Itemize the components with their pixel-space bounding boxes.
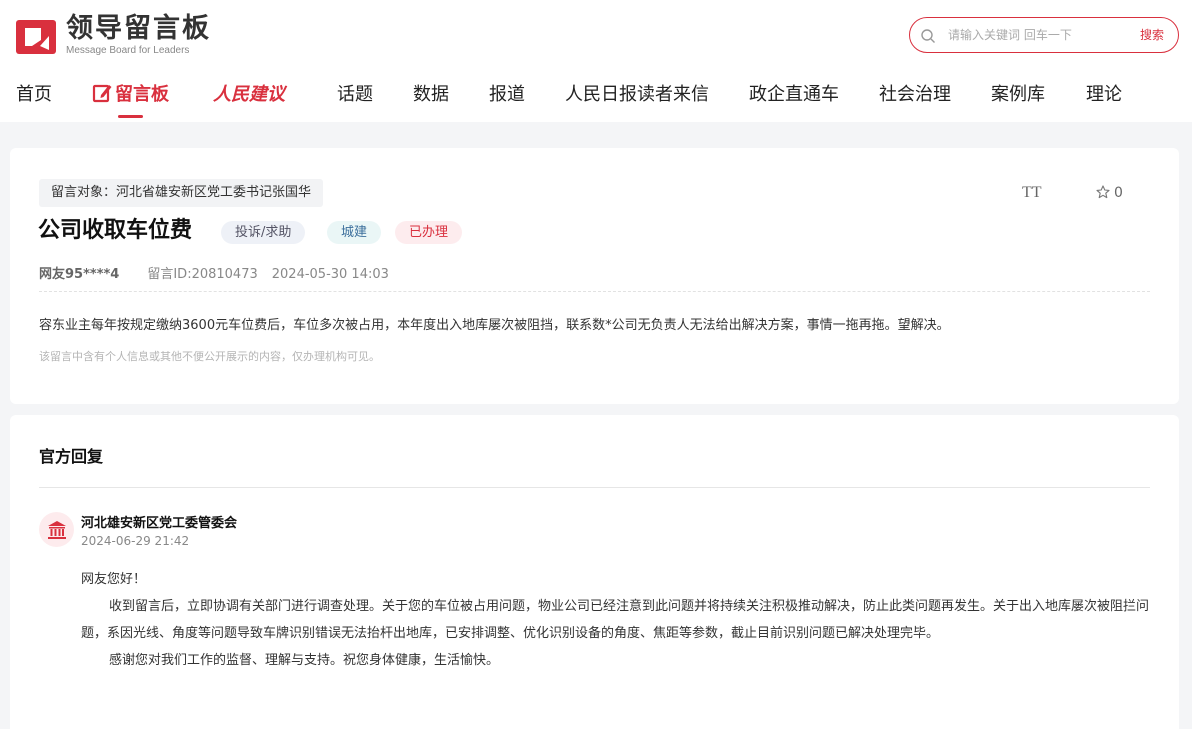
active-indicator <box>118 115 143 118</box>
avatar <box>39 512 74 547</box>
status-badge: 已办理 <box>395 221 463 244</box>
reply-card: 官方回复 河北雄安新区党工委管委会 2024-06-29 21:42 网友您好！… <box>10 415 1179 729</box>
reply-paragraph: 感谢您对我们工作的监督、理解与支持。祝您身体健康，生活愉快。 <box>109 653 500 668</box>
logo-subtitle: Message Board for Leaders <box>66 45 190 56</box>
message-title: 公司收取车位费 <box>38 218 193 243</box>
message-meta: 网友95****4 留言ID:20810473 2024-05-30 14:03 <box>39 263 389 282</box>
site-logo[interactable]: 领导留言板 Message Board for Leaders <box>16 14 216 58</box>
search-input[interactable] <box>948 25 1128 45</box>
divider <box>39 291 1150 292</box>
reply-section-title: 官方回复 <box>39 447 104 466</box>
nav-item-home[interactable]: 首页 <box>16 72 52 120</box>
site-header: 领导留言板 Message Board for Leaders 搜索 首页 留言… <box>0 0 1192 122</box>
nav-item-case-library[interactable]: 案例库 <box>991 72 1045 120</box>
favorite-count: 0 <box>1114 185 1123 201</box>
nav-item-reports[interactable]: 报道 <box>489 72 525 120</box>
search-icon <box>921 29 935 43</box>
star-icon <box>1096 185 1110 199</box>
nav-item-gov-enterprise[interactable]: 政企直通车 <box>749 72 839 120</box>
logo-icon <box>16 20 56 54</box>
nav-item-readers-letters[interactable]: 人民日报读者来信 <box>565 72 709 120</box>
logo-title: 领导留言板 <box>66 13 211 44</box>
nav-item-social-governance[interactable]: 社会治理 <box>879 72 951 120</box>
nav-item-theory[interactable]: 理论 <box>1086 72 1122 120</box>
message-user: 网友95****4 <box>39 267 120 282</box>
nav-item-topics[interactable]: 话题 <box>337 72 373 120</box>
message-datetime: 2024-05-30 14:03 <box>271 267 389 282</box>
message-id: 留言ID:20810473 <box>147 267 258 282</box>
nav-item-people-suggestion[interactable]: 人民建议 <box>213 72 285 120</box>
category-badge: 城建 <box>327 221 382 244</box>
message-target: 留言对象：河北省雄安新区党工委书记张国华 <box>39 179 324 207</box>
search-button[interactable]: 搜索 <box>1140 26 1164 44</box>
nav-item-message-board[interactable]: 留言板 <box>92 72 169 120</box>
reply-organization: 河北雄安新区党工委管委会 <box>81 516 238 531</box>
nav-item-data[interactable]: 数据 <box>413 72 449 120</box>
edit-icon <box>92 84 112 103</box>
type-badge: 投诉/求助 <box>221 221 306 244</box>
font-size-toggle[interactable]: TT <box>1022 184 1042 202</box>
search-box: 搜索 <box>909 17 1179 53</box>
main-nav: 首页 留言板 人民建议 话题 数据 报道 人民日报读者来信 政企直通车 社会治理… <box>0 72 1192 120</box>
reply-datetime: 2024-06-29 21:42 <box>81 534 190 548</box>
reply-paragraph: 收到留言后，立即协调有关部门进行调查处理。关于您的车位被占用问题，物业公司已经注… <box>81 599 1150 641</box>
bank-icon <box>48 521 66 539</box>
reply-greeting: 网友您好！ <box>81 572 147 587</box>
favorite-button[interactable]: 0 <box>1096 185 1123 201</box>
reply-body: 网友您好！ 收到留言后，立即协调有关部门进行调查处理。关于您的车位被占用问题，物… <box>81 566 1151 674</box>
nav-item-label: 留言板 <box>115 84 169 105</box>
privacy-note: 该留言中含有个人信息或其他不便公开展示的内容，仅办理机构可见。 <box>39 350 380 363</box>
message-card: 留言对象：河北省雄安新区党工委书记张国华 TT 0 公司收取车位费 投诉/求助 … <box>10 148 1179 404</box>
divider <box>39 487 1150 488</box>
message-content: 容东业主每年按规定缴纳3600元车位费后，车位多次被占用，本年度出入地库屡次被阻… <box>39 318 950 333</box>
